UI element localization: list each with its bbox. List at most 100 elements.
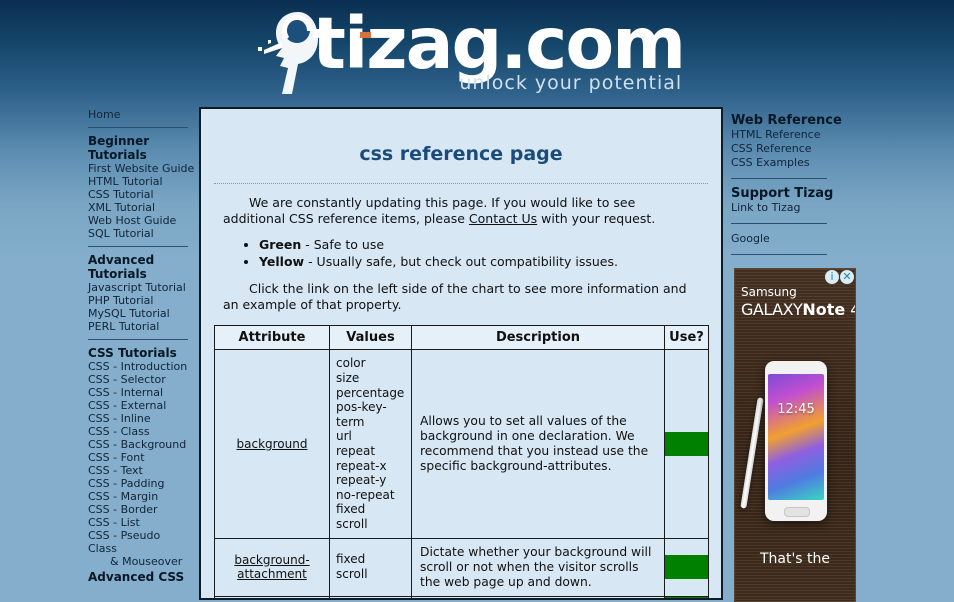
cell-use bbox=[664, 537, 709, 597]
sidebar-item-perl-tutorial[interactable]: PERL Tutorial bbox=[88, 320, 192, 333]
color-legend-list: Green - Safe to use Yellow - Usually saf… bbox=[201, 236, 721, 270]
ad-close-icon[interactable]: ✕ bbox=[840, 270, 854, 284]
cell-description: Dictate whether your background will scr… bbox=[411, 537, 665, 597]
left-sidebar: Home Beginner Tutorials First Website Gu… bbox=[88, 108, 194, 584]
logo-accent-dot bbox=[360, 32, 371, 38]
sidebar-item-css-selector[interactable]: CSS - Selector bbox=[88, 373, 192, 386]
sidebar-heading-beginner: Beginner Tutorials bbox=[88, 134, 150, 162]
cell-use bbox=[664, 349, 709, 539]
column-header-attribute: Attribute bbox=[214, 325, 330, 351]
sidebar-item-php-tutorial[interactable]: PHP Tutorial bbox=[88, 294, 192, 307]
logo-tagline: unlock your potential bbox=[459, 72, 683, 94]
ad-phone-screen: 12:45 bbox=[768, 374, 824, 500]
sidebar-item-css-padding[interactable]: CSS - Padding bbox=[88, 477, 192, 490]
cell-attribute: background bbox=[214, 349, 330, 539]
main-content-panel: css reference page We are constantly upd… bbox=[199, 107, 723, 600]
contact-us-link[interactable]: Contact Us bbox=[469, 211, 537, 226]
ad-brand-note: Note bbox=[802, 300, 846, 319]
sidebar-item-xml-tutorial[interactable]: XML Tutorial bbox=[88, 201, 192, 214]
legend-text-yellow: - Usually safe, but check out compatibil… bbox=[304, 254, 618, 270]
sidebar-item-css-border[interactable]: CSS - Border bbox=[88, 503, 192, 516]
sidebar-item-css-list[interactable]: CSS - List bbox=[88, 516, 192, 529]
legend-label-yellow: Yellow bbox=[259, 254, 305, 270]
instruction-paragraph: Click the link on the left side of the c… bbox=[223, 281, 687, 313]
ad-brand-number: 4 bbox=[850, 300, 855, 319]
status-swatch-green bbox=[665, 555, 708, 580]
site-header: tizag.com unlock your potential bbox=[0, 0, 954, 105]
cell-values: color size percentage pos-key-term url r… bbox=[329, 349, 412, 539]
sidebar-heading-advanced: Advanced Tutorials bbox=[88, 253, 155, 281]
sidebar-divider bbox=[88, 339, 188, 340]
sidebar-item-home[interactable]: Home bbox=[88, 108, 192, 121]
logo-wordmark: tizag.com bbox=[312, 2, 686, 85]
site-logo[interactable]: tizag.com unlock your potential bbox=[258, 2, 686, 98]
right-heading-web-reference: Web Reference bbox=[731, 113, 842, 128]
right-sidebar-divider bbox=[731, 254, 827, 255]
legend-item-green: Green - Safe to use bbox=[259, 236, 721, 253]
sidebar-item-mouseover[interactable]: & Mouseover bbox=[88, 555, 192, 568]
sidebar-item-css-external[interactable]: CSS - External bbox=[88, 399, 192, 412]
ad-brand-samsung: Samsung bbox=[741, 285, 797, 299]
sidebar-heading-advanced-css: Advanced CSS bbox=[88, 570, 185, 584]
cell-attribute: background-attachment bbox=[214, 537, 330, 597]
sidebar-item-first-website-guide[interactable]: First Website Guide bbox=[88, 162, 194, 175]
sidebar-item-css-background[interactable]: CSS - Background bbox=[88, 438, 192, 451]
table-row bbox=[214, 595, 709, 598]
cell-description bbox=[411, 595, 665, 598]
sidebar-item-css-class[interactable]: CSS - Class bbox=[88, 425, 192, 438]
sidebar-item-mysql-tutorial[interactable]: MySQL Tutorial bbox=[88, 307, 192, 320]
ad-choices-controls: i ✕ bbox=[825, 270, 854, 284]
advertisement-banner[interactable]: i ✕ Samsung GALAXYNote 4 12:45 That's th… bbox=[734, 268, 856, 602]
ad-brand-galaxy: GALAXY bbox=[741, 300, 803, 319]
right-item-google[interactable]: Google bbox=[731, 232, 859, 246]
sidebar-divider bbox=[88, 127, 188, 128]
legend-text-green: - Safe to use bbox=[301, 237, 385, 253]
sidebar-item-css-internal[interactable]: CSS - Internal bbox=[88, 386, 192, 399]
right-heading-support-tizag: Support Tizag bbox=[731, 186, 834, 201]
attribute-link-background[interactable]: background bbox=[237, 437, 308, 451]
sidebar-item-css-pseudo-class[interactable]: CSS - Pseudo Class bbox=[88, 529, 192, 555]
cell-values: fixed scroll bbox=[329, 537, 412, 597]
right-item-css-examples[interactable]: CSS Examples bbox=[731, 156, 859, 170]
status-swatch-green bbox=[665, 432, 708, 456]
sidebar-item-sql-tutorial[interactable]: SQL Tutorial bbox=[88, 227, 192, 240]
table-header-row: Attribute Values Description Use? bbox=[214, 325, 709, 351]
table-body: background color size percentage pos-key… bbox=[214, 349, 709, 598]
intro-paragraph: We are constantly updating this page. If… bbox=[223, 195, 699, 227]
sidebar-item-css-margin[interactable]: CSS - Margin bbox=[88, 490, 192, 503]
right-item-html-reference[interactable]: HTML Reference bbox=[731, 128, 859, 142]
ad-info-icon[interactable]: i bbox=[825, 270, 839, 284]
sidebar-heading-css-tutorials: CSS Tutorials bbox=[88, 346, 177, 360]
right-item-link-to-tizag[interactable]: Link to Tizag bbox=[731, 201, 859, 215]
legend-label-green: Green bbox=[259, 237, 302, 253]
attribute-link-background-attachment[interactable]: background-attachment bbox=[234, 553, 309, 581]
ad-phone-home-button bbox=[784, 507, 810, 517]
sidebar-item-css-font[interactable]: CSS - Font bbox=[88, 451, 192, 464]
intro-text-after: with your request. bbox=[537, 211, 656, 227]
sidebar-item-html-tutorial[interactable]: HTML Tutorial bbox=[88, 175, 192, 188]
ad-phone-clock: 12:45 bbox=[777, 402, 815, 417]
css-reference-table: Attribute Values Description Use? backgr… bbox=[214, 325, 709, 598]
column-header-use: Use? bbox=[664, 325, 709, 351]
right-item-css-reference[interactable]: CSS Reference bbox=[731, 142, 859, 156]
cell-values bbox=[329, 595, 412, 598]
ad-tagline: That's the bbox=[759, 551, 831, 567]
right-sidebar-divider bbox=[731, 223, 827, 224]
cell-use bbox=[664, 595, 709, 598]
sidebar-item-web-host-guide[interactable]: Web Host Guide bbox=[88, 214, 192, 227]
right-sidebar: Web Reference HTML Reference CSS Referen… bbox=[731, 112, 859, 263]
cell-description: Allows you to set all values of the back… bbox=[411, 349, 665, 539]
right-sidebar-divider bbox=[731, 178, 827, 179]
legend-item-yellow: Yellow - Usually safe, but check out com… bbox=[259, 253, 721, 270]
ad-brand-product: GALAXYNote 4 bbox=[741, 300, 855, 319]
cell-attribute bbox=[214, 595, 330, 598]
sidebar-item-javascript-tutorial[interactable]: Javascript Tutorial bbox=[88, 281, 192, 294]
sidebar-item-css-introduction[interactable]: CSS - Introduction bbox=[88, 360, 192, 373]
ad-phone-image: 12:45 bbox=[765, 361, 827, 521]
sidebar-item-css-inline[interactable]: CSS - Inline bbox=[88, 412, 192, 425]
sidebar-item-css-text[interactable]: CSS - Text bbox=[88, 464, 192, 477]
sidebar-item-css-tutorial[interactable]: CSS Tutorial bbox=[88, 188, 192, 201]
sidebar-divider bbox=[88, 246, 188, 247]
page-title: css reference page bbox=[359, 142, 563, 165]
title-divider bbox=[214, 183, 708, 185]
